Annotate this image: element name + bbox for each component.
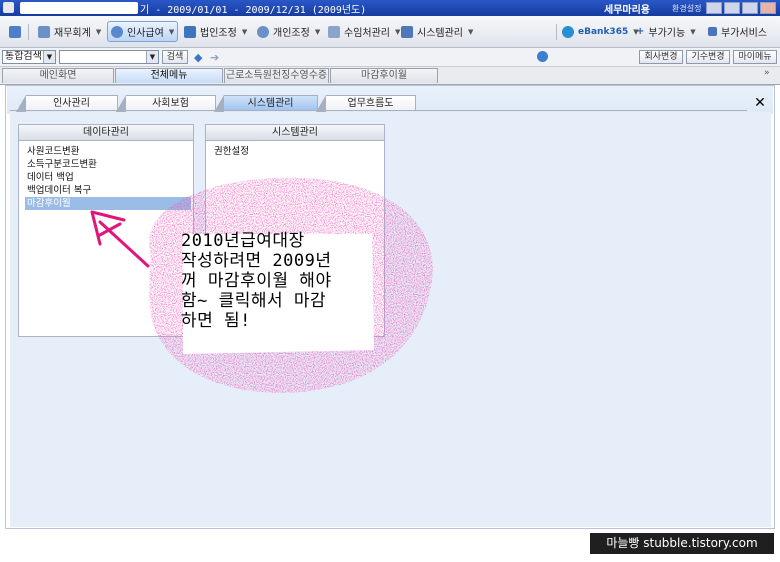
watermark: 마늘빵 stubble.tistory.com (590, 533, 774, 554)
annotation-text: 2010년급여대장 작성하려면 2009년 꺼 마감후이월 해야 함~ 클릭해서… (181, 231, 332, 331)
arrow-icon (90, 210, 150, 268)
